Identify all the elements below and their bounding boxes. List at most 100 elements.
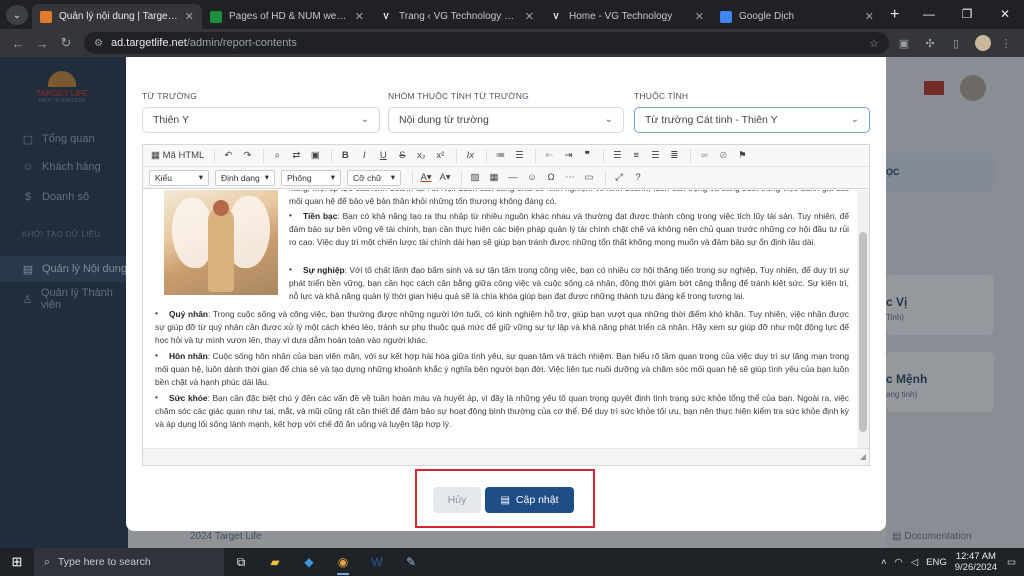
reload-icon[interactable]: ↻ [54,35,78,51]
page-break-icon[interactable]: ⋯ [562,170,578,186]
source-icon: ▦ [151,150,163,161]
file-explorer-icon[interactable]: ▰ [258,548,292,576]
select-all-icon[interactable]: ▣ [307,148,323,164]
update-button[interactable]: ▤ Cập nhật [485,487,574,513]
input-language[interactable]: ENG [926,557,947,568]
unlink-icon[interactable]: ⊘ [715,148,731,164]
close-window-icon[interactable]: ✕ [986,0,1024,28]
forward-icon[interactable]: → [30,36,54,51]
tab-google-dich[interactable]: Google Dịch ✕ [712,4,882,29]
indent-icon[interactable]: ⇥ [560,148,576,164]
image-icon[interactable]: ▨ [467,170,483,186]
superscript-icon[interactable]: x² [432,148,448,164]
chrome-icon[interactable]: ◉ [326,548,360,576]
undo-icon[interactable]: ↶ [220,148,236,164]
task-view-icon[interactable]: ⧉ [224,548,258,576]
profile-avatar-icon[interactable] [975,35,991,51]
justify-icon[interactable]: ≣ [666,148,682,164]
size-combo-label: Cỡ chữ [353,172,382,183]
help-icon[interactable]: ? [630,170,646,186]
replace-icon[interactable]: ⇄ [288,148,304,164]
editor-scrollbar[interactable] [857,190,869,448]
numbered-list-icon[interactable]: ≔ [492,148,508,164]
text-color-icon[interactable]: A▾ [418,170,434,186]
bg-color-icon[interactable]: A▾ [437,170,453,186]
italic-icon[interactable]: I [356,148,372,164]
volume-icon[interactable]: ◁ [911,557,918,568]
close-tab-icon[interactable]: ✕ [865,10,874,23]
tab-home-vg[interactable]: V Home - VG Technology ✕ [542,4,712,29]
outdent-icon[interactable]: ⇤ [541,148,557,164]
close-tab-icon[interactable]: ✕ [355,10,364,23]
address-bar[interactable]: ⚙ ad.targetlife.net/admin/report-content… [84,32,889,54]
chevron-down-icon: ▾ [264,172,269,182]
paint-icon[interactable]: ✎ [394,548,428,576]
minimize-icon[interactable]: — [910,0,948,28]
bulleted-list-icon[interactable]: ☰ [511,148,527,164]
clear-format-icon[interactable]: Ix [462,148,478,164]
source-html-button[interactable]: ▦ Mã HTML [149,148,206,164]
iframe-icon[interactable]: ▭ [581,170,597,186]
editor-content-area[interactable]: năng, mọi áp lực của kinh doanh tại Hà N… [143,190,857,448]
table-icon[interactable]: ▦ [486,170,502,186]
paragraph-text: : Bạn cần đặc biệt chú ý đến các vấn đề … [155,393,849,429]
thuoc-tinh-select[interactable]: Từ trường Cát tinh - Thiên Y ⌄ [634,107,870,133]
cancel-button-label: Hủy [447,494,467,506]
bold-icon[interactable]: B [337,148,353,164]
subscript-icon[interactable]: x₂ [413,148,429,164]
nhom-thuoc-tinh-select[interactable]: Nội dung từ trường ⌄ [388,107,624,133]
tab-quan-ly-noi-dung[interactable]: Quản lý nội dung | Target Life ✕ [32,4,202,29]
clock[interactable]: 12:47 AM 9/26/2024 [955,551,997,573]
anchor-flag-icon[interactable]: ⚑ [734,148,750,164]
size-combo[interactable]: Cỡ chữ ▾ [347,169,401,186]
extension-icon[interactable]: ▣ [893,37,915,50]
find-icon[interactable]: ⌕ [269,148,285,164]
cancel-button[interactable]: Hủy [433,487,481,513]
taskbar-search[interactable]: ⌕ Type here to search [34,548,224,576]
resize-grip-icon[interactable]: ◢ [860,452,866,461]
word-icon[interactable]: W [360,548,394,576]
back-icon[interactable]: ← [6,36,30,51]
chevron-down-icon: ▾ [330,172,335,182]
notifications-icon[interactable]: ▭ [1007,557,1016,568]
tab-trang-vg[interactable]: V Trang ‹ VG Technology — Wor ✕ [372,4,542,29]
tab-pages-hd-num[interactable]: Pages of HD & NUM web - Goo ✕ [202,4,372,29]
close-tab-icon[interactable]: ✕ [525,10,534,23]
special-char-icon[interactable]: Ω [543,170,559,186]
redo-icon[interactable]: ↷ [239,148,255,164]
horizontal-line-icon[interactable]: ― [505,170,521,186]
editor-scrollbar-thumb[interactable] [859,232,867,432]
close-tab-icon[interactable]: ✕ [185,10,194,23]
sidepanel-icon[interactable]: ▯ [945,37,967,50]
tab-title: Quản lý nội dung | Target Life [59,11,179,22]
bookmark-star-icon[interactable]: ☆ [869,37,879,50]
align-center-icon[interactable]: ≡ [628,148,644,164]
maximize-icon[interactable]: ❐ [948,0,986,28]
align-right-icon[interactable]: ☰ [647,148,663,164]
windows-start-icon[interactable]: ⊞ [0,554,34,570]
toolbar-divider [690,148,692,163]
site-info-icon[interactable]: ⚙ [94,38,103,49]
align-left-icon[interactable]: ☰ [609,148,625,164]
vscode-icon[interactable]: ◆ [292,548,326,576]
underline-icon[interactable]: U [375,148,391,164]
tu-truong-select[interactable]: Thiên Y ⌄ [142,107,380,133]
style-combo[interactable]: Kiểu ▾ [149,169,209,186]
new-tab-icon[interactable]: + [890,6,899,24]
format-combo[interactable]: Định dạng ▾ [215,169,275,186]
kebab-menu-icon[interactable]: ⋮ [995,37,1017,50]
link-icon[interactable]: ∞ [696,148,712,164]
puzzle-icon[interactable]: ✣ [919,37,941,50]
close-tab-icon[interactable]: ✕ [695,10,704,23]
maximize-editor-icon[interactable]: ⤢ [611,170,627,186]
clock-date: 9/26/2024 [954,562,998,573]
blockquote-icon[interactable]: ❞ [579,148,595,164]
emoji-icon[interactable]: ☺ [524,170,540,186]
angel-image [164,190,278,295]
tab-search-icon[interactable]: ⌄ [6,5,28,25]
clock-time: 12:47 AM [955,551,996,562]
wifi-icon[interactable]: ◠ [895,557,903,568]
font-combo[interactable]: Phông ▾ [281,169,341,186]
tray-chevron-icon[interactable]: ˄ [881,557,887,568]
strikethrough-icon[interactable]: S [394,148,410,164]
